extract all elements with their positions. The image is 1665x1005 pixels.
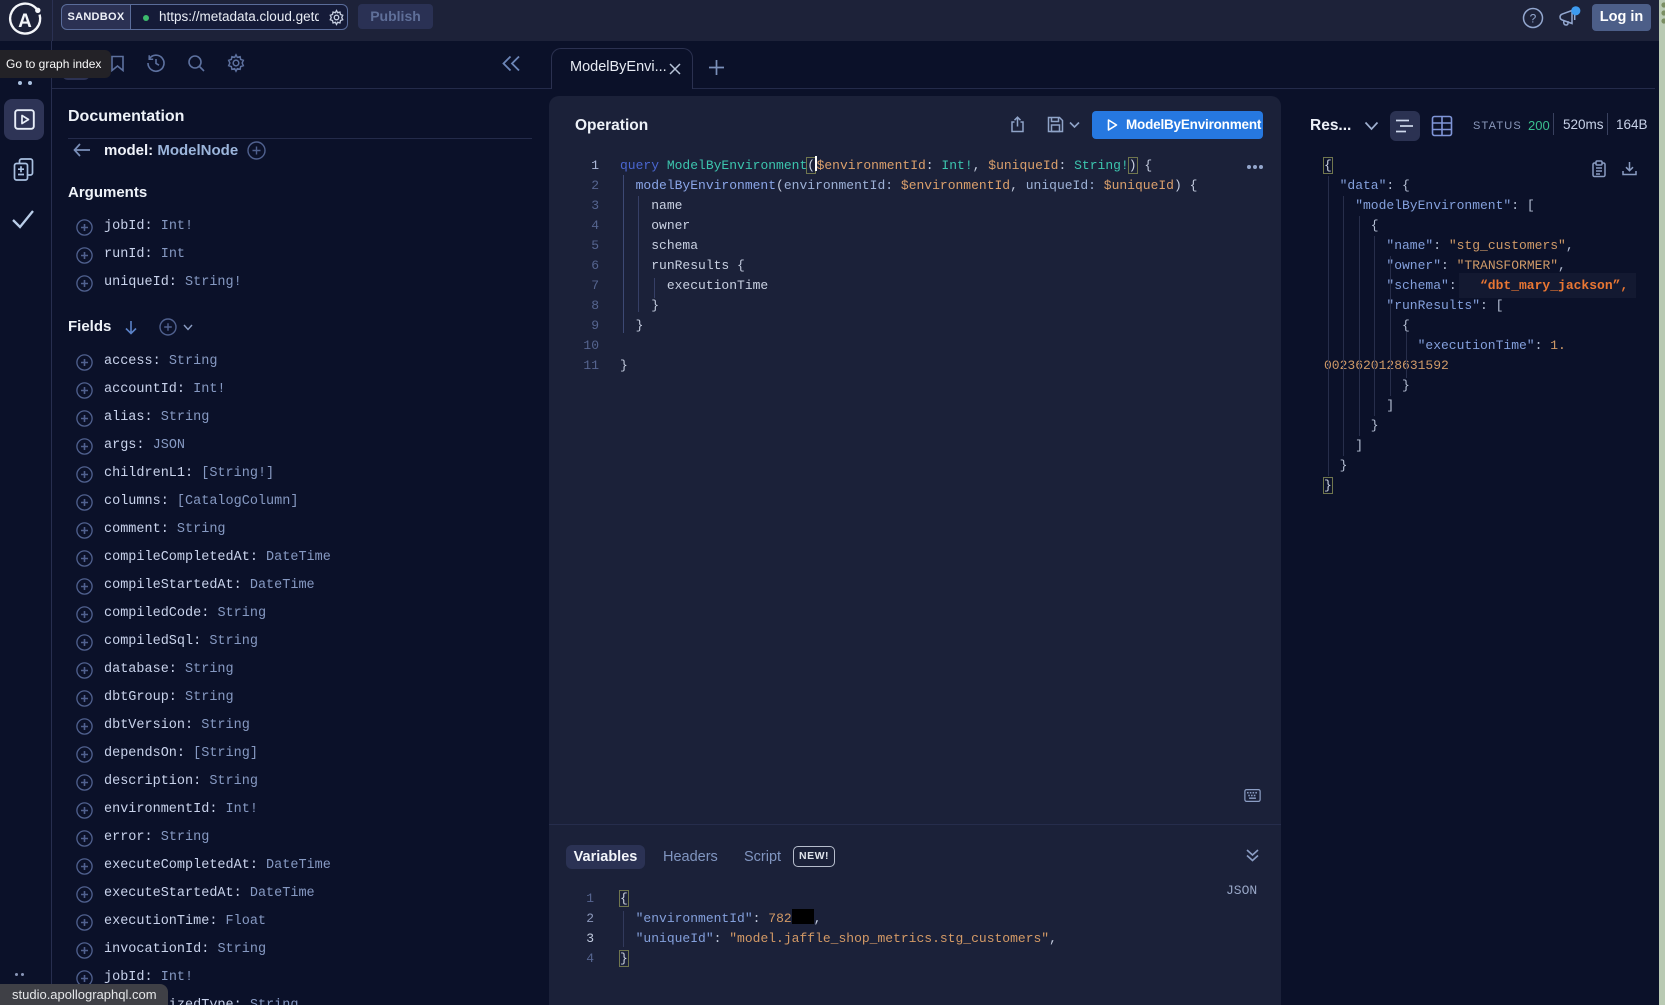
svg-text:A: A — [18, 11, 32, 32]
svg-text:?: ? — [1530, 12, 1537, 26]
